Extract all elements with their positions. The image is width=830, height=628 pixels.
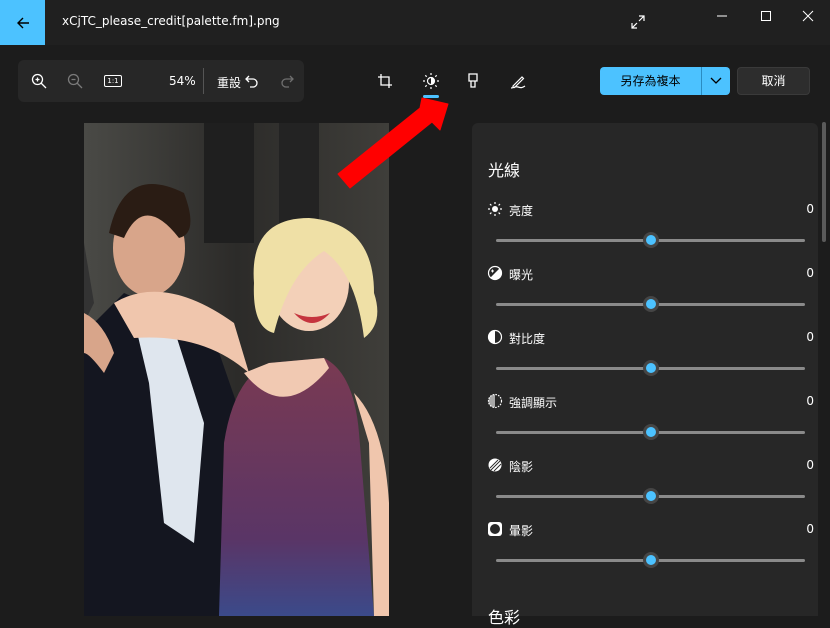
expand-icon [631,15,645,29]
fullscreen-button[interactable] [628,12,648,32]
adjust-label: 對比度 [509,332,546,346]
zoom-out-button[interactable] [64,70,86,92]
close-icon [802,10,814,22]
adjust-label: 曝光 [509,268,534,282]
shadows-icon [488,458,502,472]
brightness-icon [423,73,439,89]
adjust-label: 陰影 [509,460,534,474]
vignette-icon [488,522,502,536]
title-bar: xCjTC_please_credit[palette.fm].png [0,0,830,45]
color-section-title: 色彩 [488,608,521,627]
zoom-out-icon [67,73,83,89]
exposure-icon [487,265,503,281]
shadows-slider[interactable] [496,486,805,506]
minimize-button[interactable] [709,6,735,26]
annotation-arrow [337,97,449,189]
slider-thumb[interactable] [642,552,659,568]
slider-thumb[interactable] [642,488,659,504]
undo-icon [245,75,258,88]
zoom-in-button[interactable] [28,70,50,92]
adjust-value[interactable]: 0 [774,330,814,344]
adjust-label: 亮度 [509,204,534,218]
slider-thumb[interactable] [642,296,659,312]
save-copy-button[interactable]: 另存為複本 [600,67,730,95]
exposure-slider[interactable] [496,294,805,314]
contrast-icon [487,329,503,345]
adjust-label: 強調顯示 [509,396,558,410]
tab-markup[interactable] [507,70,529,92]
save-options-dropdown[interactable] [702,67,730,95]
minimize-icon [717,15,727,17]
close-button[interactable] [795,6,821,26]
adjust-value[interactable]: 0 [774,266,814,280]
actual-size-label: 1:1 [104,75,122,87]
highlights-icon [487,393,503,409]
slider-thumb[interactable] [642,360,659,376]
zoom-in-icon [31,73,47,89]
adjust-value[interactable]: 0 [774,394,814,408]
highlights-slider[interactable] [496,422,805,442]
markup-pen-icon [510,76,526,89]
chevron-down-icon [710,77,722,84]
cancel-button[interactable]: 取消 [737,67,810,95]
photo-image [84,123,389,616]
brightness-icon [488,202,502,216]
adjust-value[interactable]: 0 [774,522,814,536]
adjust-label: 暈影 [509,524,534,538]
toolbar-divider [203,68,204,94]
tab-adjustment[interactable] [420,70,442,92]
panel-scrollbar[interactable] [822,122,826,242]
filter-icon [468,73,478,88]
back-button[interactable] [0,0,45,45]
window-title: xCjTC_please_credit[palette.fm].png [62,14,280,28]
tab-crop[interactable] [374,70,396,92]
contrast-slider[interactable] [496,358,805,378]
redo-icon [281,75,294,88]
undo-button[interactable] [242,70,262,92]
adjust-value[interactable]: 0 [774,458,814,472]
crop-icon [378,74,392,88]
brightness-slider[interactable] [496,230,805,250]
vignette-slider[interactable] [496,550,805,570]
back-arrow-icon [16,17,29,28]
zoom-level[interactable]: 54% [169,74,196,88]
actual-size-button[interactable]: 1:1 [102,70,124,92]
slider-thumb[interactable] [642,232,659,248]
photo-preview[interactable] [84,123,389,616]
light-section-title: 光線 [488,161,521,180]
save-copy-label: 另存為複本 [620,74,681,88]
maximize-button[interactable] [753,6,779,26]
redo-button[interactable] [277,70,297,92]
zoom-toolbar: 1:1 54% 重設 [18,60,304,102]
adjust-value[interactable]: 0 [774,202,814,216]
slider-thumb[interactable] [642,424,659,440]
maximize-icon [761,11,771,21]
tab-filter[interactable] [462,70,484,92]
reset-button[interactable]: 重設 [217,74,241,91]
